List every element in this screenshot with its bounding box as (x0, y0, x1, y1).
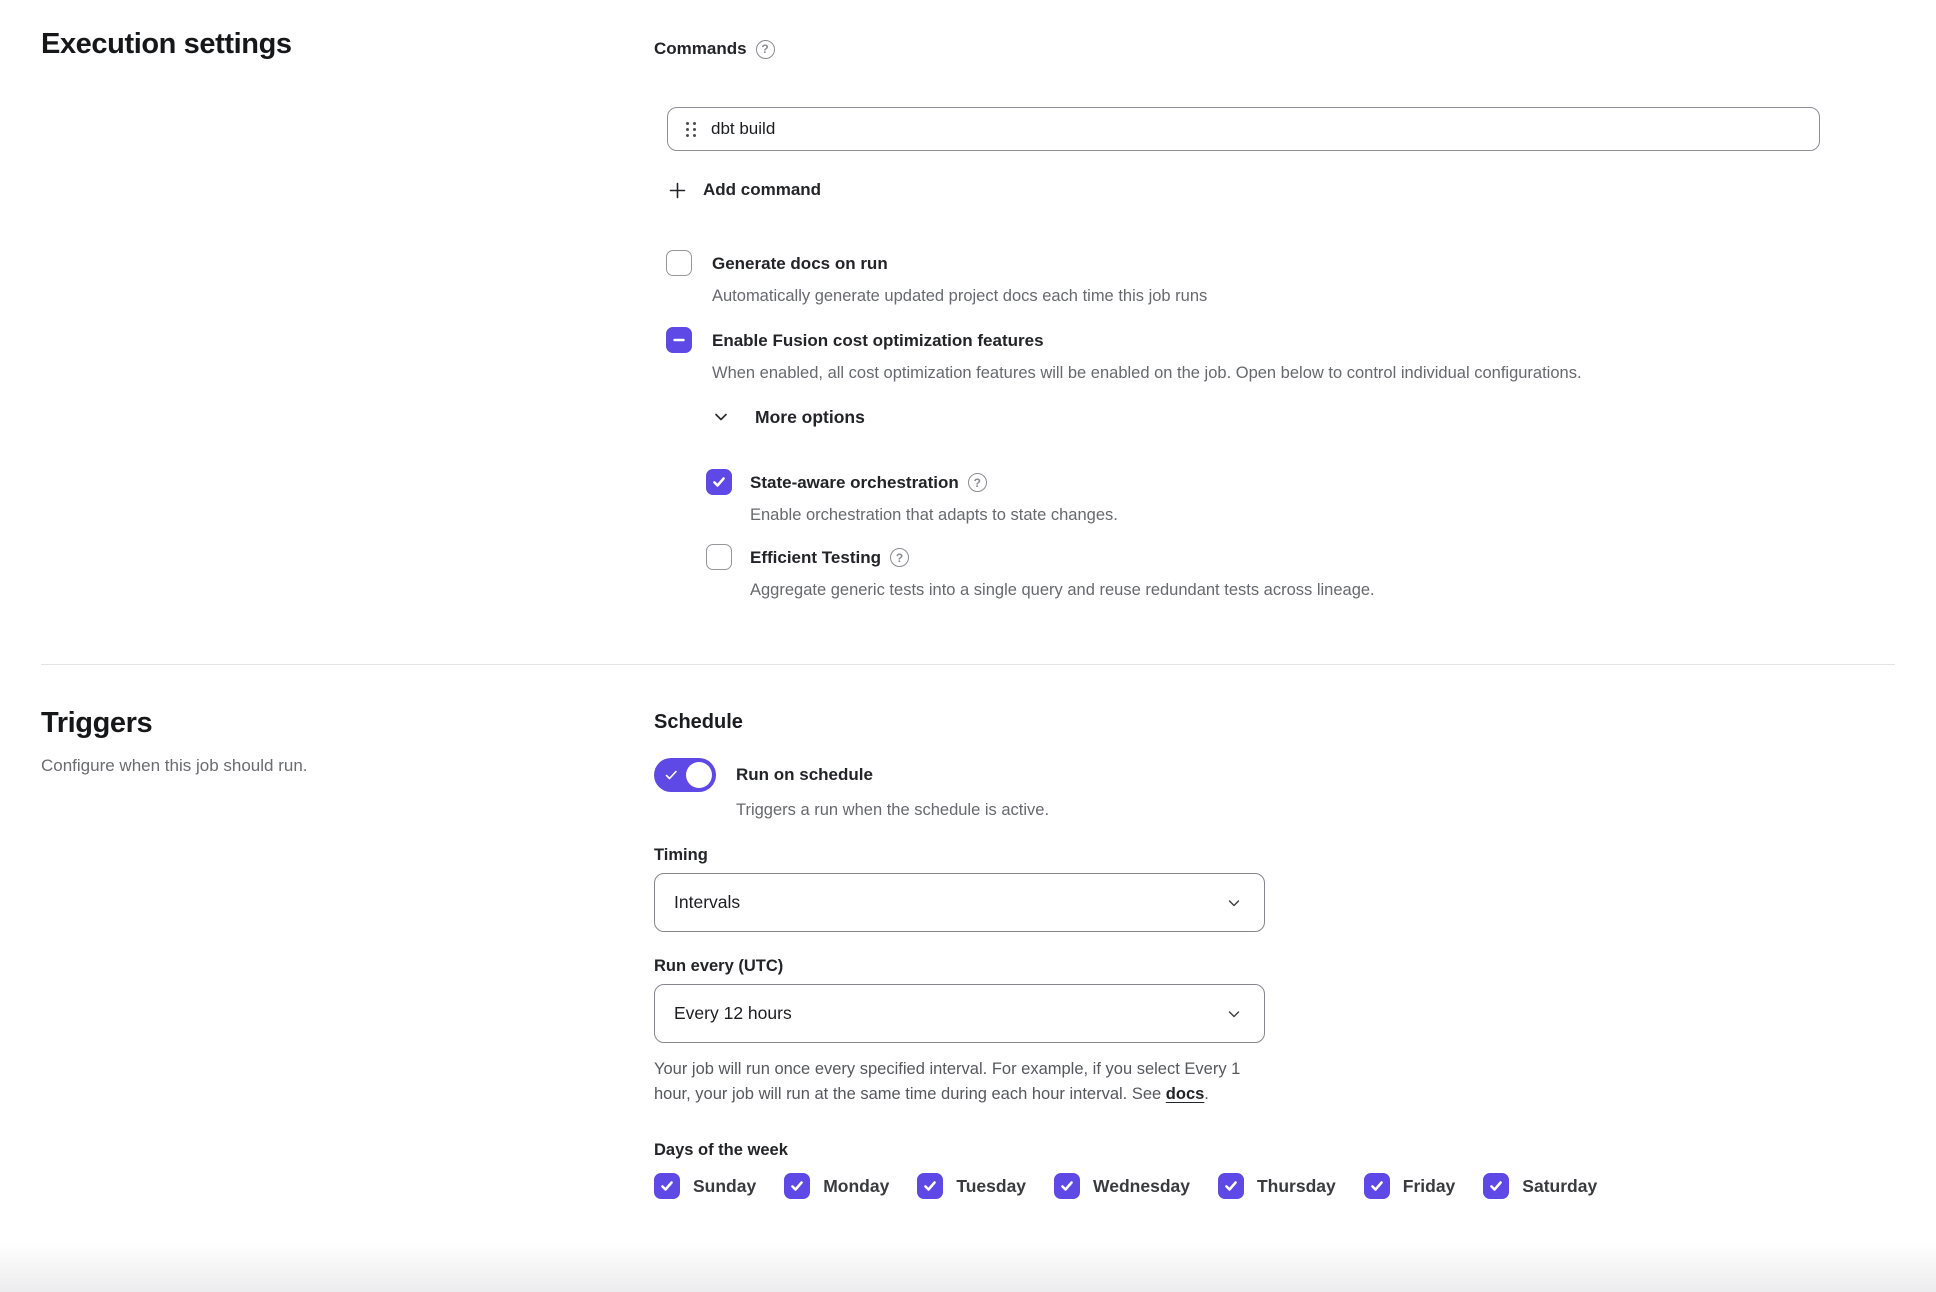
efficient-testing-description: Aggregate generic tests into a single qu… (750, 579, 1375, 601)
day-label: Thursday (1257, 1176, 1336, 1197)
fusion-cost-label: Enable Fusion cost optimization features (712, 328, 1044, 353)
run-every-label: Run every (UTC) (654, 955, 1861, 977)
run-on-schedule-row: Run on schedule Triggers a run when the … (654, 758, 1861, 821)
chevron-down-icon (1226, 1006, 1242, 1022)
timing-select[interactable]: Intervals (654, 873, 1265, 932)
option-fusion-cost: Enable Fusion cost optimization features… (666, 328, 1861, 384)
docs-link[interactable]: docs (1166, 1085, 1205, 1103)
chevron-down-icon (1226, 895, 1242, 911)
run-on-schedule-toggle[interactable] (654, 758, 716, 792)
interval-help-text: Your job will run once every specified i… (654, 1057, 1246, 1107)
thursday-checkbox[interactable] (1218, 1173, 1244, 1199)
day-item-thursday: Thursday (1218, 1173, 1336, 1199)
day-label: Friday (1403, 1176, 1456, 1197)
state-aware-checkbox[interactable] (706, 469, 732, 495)
efficient-testing-help-icon[interactable]: ? (890, 548, 909, 567)
option-state-aware: State-aware orchestration ? Enable orche… (706, 470, 1861, 526)
day-item-tuesday: Tuesday (917, 1173, 1026, 1199)
generate-docs-label: Generate docs on run (712, 251, 888, 276)
day-label: Wednesday (1093, 1176, 1190, 1197)
state-aware-label: State-aware orchestration (750, 470, 959, 495)
add-command-button[interactable]: Add command (669, 179, 821, 201)
sunday-checkbox[interactable] (654, 1173, 680, 1199)
fusion-cost-description: When enabled, all cost optimization feat… (712, 362, 1582, 384)
plus-icon (669, 182, 686, 199)
generate-docs-checkbox[interactable] (666, 250, 692, 276)
commands-label: Commands (654, 38, 747, 60)
timing-label: Timing (654, 844, 1861, 866)
day-item-monday: Monday (784, 1173, 889, 1199)
run-every-select-value: Every 12 hours (674, 1003, 792, 1024)
toggle-knob (686, 762, 712, 788)
day-label: Monday (823, 1176, 889, 1197)
checkmark-icon (659, 1178, 675, 1194)
run-on-schedule-label: Run on schedule (736, 762, 1049, 787)
more-options-label: More options (755, 407, 865, 428)
efficient-testing-label: Efficient Testing (750, 545, 881, 570)
triggers-subtitle: Configure when this job should run. (41, 755, 654, 777)
checkmark-icon (1059, 1178, 1075, 1194)
command-row (667, 107, 1820, 151)
day-label: Saturday (1522, 1176, 1597, 1197)
checkmark-icon (1369, 1178, 1385, 1194)
triggers-section: Triggers Configure when this job should … (0, 665, 1936, 1199)
schedule-heading: Schedule (654, 709, 1861, 735)
drag-handle-icon[interactable] (686, 122, 696, 137)
friday-checkbox[interactable] (1364, 1173, 1390, 1199)
state-aware-description: Enable orchestration that adapts to stat… (750, 504, 1118, 526)
tuesday-checkbox[interactable] (917, 1173, 943, 1199)
indeterminate-dash-icon (672, 333, 686, 347)
checkmark-icon (711, 474, 727, 490)
chevron-down-icon (712, 408, 730, 426)
day-label: Tuesday (956, 1176, 1026, 1197)
execution-settings-section: Execution settings Commands ? Add comman… (0, 0, 1936, 601)
days-of-week-label: Days of the week (654, 1139, 1861, 1161)
saturday-checkbox[interactable] (1483, 1173, 1509, 1199)
day-item-saturday: Saturday (1483, 1173, 1597, 1199)
day-item-wednesday: Wednesday (1054, 1173, 1190, 1199)
state-aware-help-icon[interactable]: ? (968, 473, 987, 492)
checkmark-icon (922, 1178, 938, 1194)
checkmark-icon (1223, 1178, 1239, 1194)
commands-help-icon[interactable]: ? (756, 40, 775, 59)
add-command-label: Add command (703, 179, 821, 201)
command-input[interactable] (711, 119, 1803, 139)
job-settings-page: Execution settings Commands ? Add comman… (0, 0, 1936, 1292)
checkmark-icon (1488, 1178, 1504, 1194)
wednesday-checkbox[interactable] (1054, 1173, 1080, 1199)
execution-settings-title: Execution settings (41, 26, 654, 62)
commands-label-row: Commands ? (654, 38, 1861, 60)
run-on-schedule-description: Triggers a run when the schedule is acti… (736, 799, 1049, 821)
timing-select-value: Intervals (674, 892, 740, 913)
bottom-scroll-fade (0, 1242, 1936, 1292)
generate-docs-description: Automatically generate updated project d… (712, 285, 1207, 307)
days-of-week-row: Sunday Monday Tuesday Wednesday Thursday (654, 1173, 1861, 1199)
option-generate-docs: Generate docs on run Automatically gener… (666, 251, 1861, 307)
checkmark-icon (789, 1178, 805, 1194)
toggle-check-icon (664, 768, 679, 783)
efficient-testing-checkbox[interactable] (706, 544, 732, 570)
triggers-title: Triggers (41, 705, 654, 741)
option-efficient-testing: Efficient Testing ? Aggregate generic te… (706, 545, 1861, 601)
run-every-select[interactable]: Every 12 hours (654, 984, 1265, 1043)
day-item-friday: Friday (1364, 1173, 1456, 1199)
day-item-sunday: Sunday (654, 1173, 756, 1199)
fusion-cost-checkbox[interactable] (666, 327, 692, 353)
monday-checkbox[interactable] (784, 1173, 810, 1199)
more-options-expander[interactable]: More options (712, 407, 865, 428)
more-options-panel: State-aware orchestration ? Enable orche… (706, 470, 1861, 601)
day-label: Sunday (693, 1176, 756, 1197)
